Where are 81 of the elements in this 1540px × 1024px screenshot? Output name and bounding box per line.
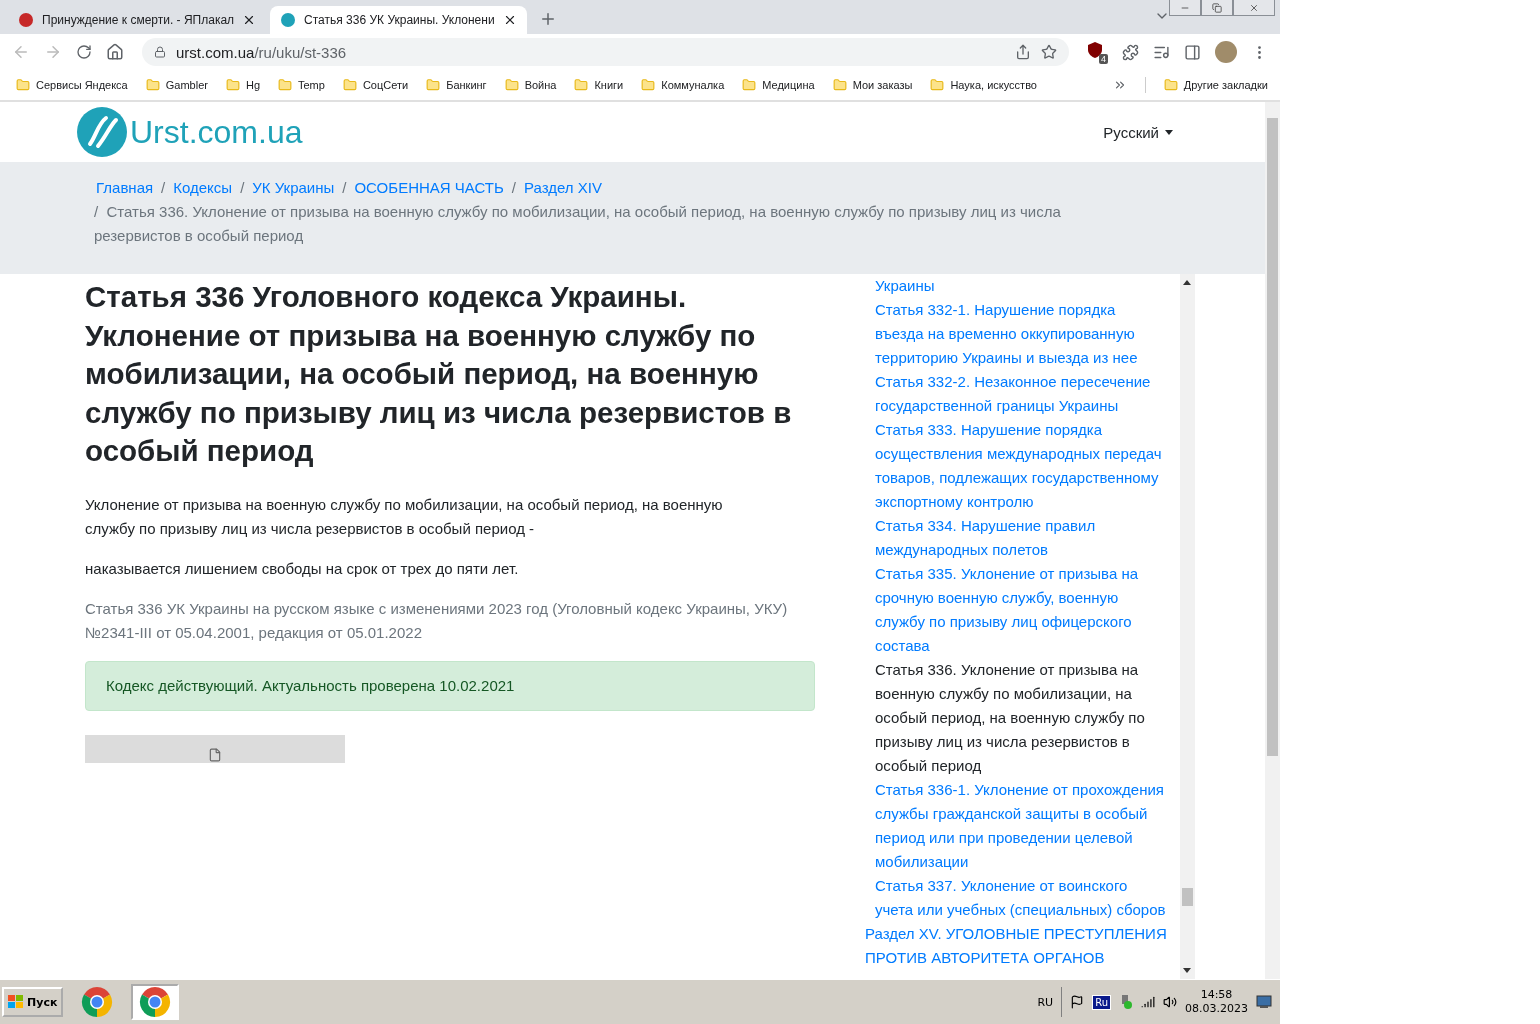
bookmark[interactable]: Наука, искусство: [930, 78, 1037, 92]
sidebar-link[interactable]: Статья 336. Уклонение от призыва на военную службу по мобилизации, на особый период, на военную службу по призыву лиц из числа резервистов в особый период: [865, 658, 1180, 778]
star-icon[interactable]: [1041, 44, 1057, 60]
restore-button[interactable]: [1201, 0, 1233, 16]
address-bar[interactable]: urst.com.ua/ru/uku/st-336: [142, 38, 1069, 66]
article-paragraph: наказывается лишением свободы на срок от трех до пяти лет.: [85, 558, 520, 579]
sidebar-link[interactable]: Статья 332-1. Нарушение порядка въезда на временно оккупированную территорию Украины и выезда из нее: [865, 298, 1180, 370]
browser-icon: [81, 986, 114, 1018]
browser-icon: [139, 986, 172, 1018]
language-indicator[interactable]: RU: [1037, 995, 1054, 1009]
sidebar-link[interactable]: Украины: [865, 274, 1180, 298]
browser-tab[interactable]: Статья 336 УК Украины. Уклонени: [270, 6, 527, 34]
minimize-button[interactable]: [1169, 0, 1201, 16]
lock-icon: [154, 46, 166, 58]
breadcrumb-separator: /: [511, 178, 516, 198]
folder-icon: [641, 78, 656, 92]
clock[interactable]: 14:58 08.03.2023: [1185, 988, 1248, 1016]
bookmark[interactable]: Gambler: [145, 78, 208, 92]
folder-icon: [930, 78, 945, 92]
puzzle-icon[interactable]: [1122, 43, 1139, 61]
sidebar-link[interactable]: Статья 332-2. Незаконное пересечение государственной границы Украины: [865, 370, 1180, 418]
breadcrumb-separator: /: [161, 178, 166, 198]
breadcrumb-current: / Статья 336. Уклонение от призыва на военную службу по мобилизации, на особый период, на военную службу по призыву лиц из числа резервистов в особый период: [94, 202, 1062, 246]
folder-icon: [426, 78, 441, 92]
shield-icon[interactable]: [1119, 994, 1133, 1010]
bookmark[interactable]: Temp: [278, 78, 325, 92]
article-title: Статья 336 Уголовного кодекса Украины. Уклонение от призыва на военную службу по мобилизации, на особый период, на военную службу по призыву лиц из числа резервистов в особый период: [85, 279, 793, 469]
folder-icon: [225, 78, 240, 92]
breadcrumb-separator: /: [240, 178, 245, 198]
breadcrumb-separator: /: [342, 178, 347, 198]
sidebar-link[interactable]: Статья 334. Нарушение правил международных полетов: [865, 514, 1180, 562]
folder-icon: [504, 78, 519, 92]
avatar[interactable]: [1215, 41, 1237, 63]
sidebar-link[interactable]: Статья 336-1. Уклонение от прохождения службы гражданской защиты в особый период или при проведении целевой мобилизации: [865, 778, 1180, 874]
folder-icon: [342, 78, 357, 92]
bookmark[interactable]: Сервисы Яндекса: [16, 78, 128, 92]
document-icon: [208, 747, 222, 762]
sidebar-link[interactable]: Статья 333. Нарушение порядка осуществления международных передач товаров, подлежащих государственному экспортному контролю: [865, 418, 1180, 514]
folder-icon: [574, 78, 589, 92]
folder-icon: [1163, 78, 1178, 92]
desktop-icon[interactable]: [1256, 995, 1272, 1009]
folder-icon: [278, 78, 292, 92]
bookmark[interactable]: Книги: [574, 78, 624, 92]
taskbar-app[interactable]: [131, 984, 180, 1020]
folder-icon: [16, 78, 30, 92]
bookmark[interactable]: Hg: [225, 78, 260, 92]
windows-flag-icon: [8, 995, 24, 1009]
sidebar-link[interactable]: Статья 335. Уклонение от призыва на срочную военную службу, военную службу по призыву лиц офицерского состава: [865, 562, 1180, 658]
folder-icon: [145, 78, 160, 92]
volume-icon[interactable]: [1163, 995, 1177, 1009]
home-icon[interactable]: [106, 43, 124, 61]
bookmark[interactable]: Мои заказы: [832, 78, 913, 92]
bookmark[interactable]: Другие закладки: [1163, 78, 1268, 92]
close-icon: [1249, 2, 1259, 13]
bookmark[interactable]: Война: [504, 78, 557, 92]
favicon-icon: [280, 12, 297, 28]
folder-icon: [832, 78, 847, 92]
flag-icon[interactable]: [1070, 995, 1085, 1009]
side-panel-icon[interactable]: [1184, 43, 1201, 61]
share-icon[interactable]: [1015, 44, 1031, 60]
language-dropdown[interactable]: Русский: [1103, 123, 1173, 141]
source-note: Статья 336 УК Украины на русском языке с изменениями 2023 год (Уголовный кодекс Украины, УКУ) №2341-III от 05.04.2001, редакция от 05.01.2022: [85, 598, 789, 643]
article-paragraph: Уклонение от призыва на военную службу по мобилизации, на особый период, на военную службу по призыву лиц из числа резервистов в особый период -: [85, 494, 724, 539]
sidebar-link[interactable]: Статья 337. Уклонение от воинского учета или учебных (специальных) сборов: [865, 874, 1180, 922]
signal-icon[interactable]: [1141, 995, 1155, 1009]
browser-tab[interactable]: Принуждение к смерти. - ЯПлакал: [8, 6, 267, 34]
favicon-icon: [18, 12, 34, 28]
bookmark[interactable]: Банкинг: [426, 78, 487, 92]
scrollbar[interactable]: [1265, 102, 1280, 979]
start-button[interactable]: Пуск: [2, 987, 64, 1017]
bookmark[interactable]: СоцСети: [342, 78, 409, 92]
close-button[interactable]: [1233, 0, 1275, 16]
status-alert: Кодекс действующий. Актуальность проверена 10.02.2021: [85, 660, 815, 711]
bookmark[interactable]: Медицина: [742, 78, 815, 92]
keyboard-layout-indicator[interactable]: Ru: [1092, 994, 1111, 1010]
sidebar-section-link[interactable]: Раздел XV. УГОЛОВНЫЕ ПРЕСТУПЛЕНИЯ ПРОТИВ АВТОРИТЕТА ОРГАНОВ: [865, 922, 1180, 970]
restore-icon: [1212, 2, 1222, 13]
scrollbar[interactable]: [1180, 274, 1195, 979]
folder-icon: [742, 78, 757, 92]
reload-icon[interactable]: [76, 44, 92, 60]
bookmark[interactable]: Коммуналка: [641, 78, 725, 92]
